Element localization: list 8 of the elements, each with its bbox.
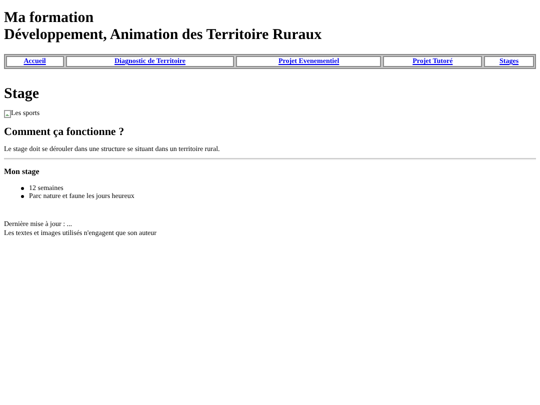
section-heading: Comment ça fonctionne ? xyxy=(4,126,126,139)
broken-image-icon xyxy=(4,110,11,118)
site-title: Ma formation xyxy=(4,10,94,27)
subheading: Mon stage xyxy=(4,167,40,177)
bullet-icon xyxy=(21,186,24,190)
site-title: Développement, Animation des Territoire Ruraux xyxy=(4,27,322,44)
bullet-icon xyxy=(21,194,24,198)
page-title: Stage xyxy=(4,85,40,103)
